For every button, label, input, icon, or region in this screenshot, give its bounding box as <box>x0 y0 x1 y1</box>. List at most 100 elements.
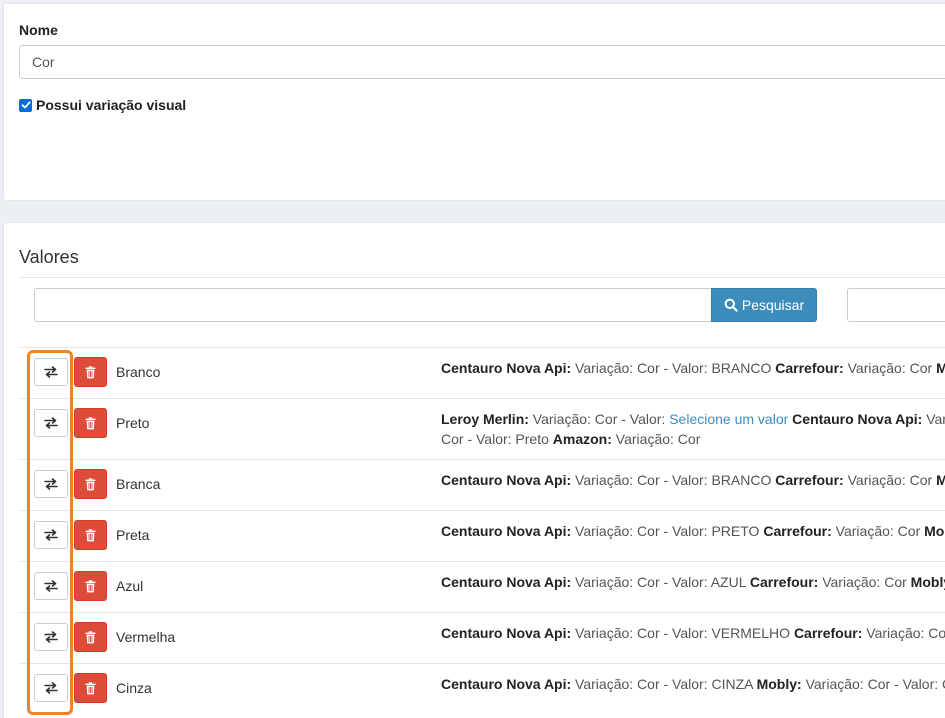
table-row: Cinza Centauro Nova Api: Variação: Cor - … <box>19 663 945 714</box>
marketplace-name: Centauro Nova Api: <box>792 411 923 427</box>
marketplace-name: Amazon: <box>552 431 612 447</box>
table-row: Branca Centauro Nova Api: Variação: Cor -… <box>19 459 945 510</box>
value-name: Preto <box>116 415 150 431</box>
check-icon <box>21 101 30 109</box>
trash-icon <box>85 681 96 694</box>
search-icon <box>724 298 738 312</box>
marketplace-mapping: Centauro Nova Api: Variação: Cor - Valor… <box>441 521 945 541</box>
exchange-arrows-icon <box>44 682 58 694</box>
mapping-text: Variação: Co <box>862 625 945 641</box>
map-values-button[interactable] <box>34 521 68 549</box>
exchange-arrows-icon <box>44 478 58 490</box>
value-name: Azul <box>116 578 144 594</box>
value-name: Cinza <box>116 680 152 696</box>
table-row: Vermelha Centauro Nova Api: Variação: Cor… <box>19 612 945 663</box>
exchange-arrows-icon <box>44 529 58 541</box>
delete-value-button[interactable] <box>74 520 107 550</box>
marketplace-name: Carrefour: <box>763 523 832 539</box>
visual-variation-checkbox-row[interactable]: Possui variação visual <box>19 97 186 113</box>
map-values-button[interactable] <box>34 358 68 386</box>
mapping-line: Centauro Nova Api: Variação: Cor - Valor… <box>441 358 945 378</box>
mapping-text: Variação: Cor <box>843 472 937 488</box>
name-input[interactable] <box>19 45 945 79</box>
mapping-text: Variação: Cor - Valor: C <box>801 676 945 692</box>
mapping-text: Variação: Cor <box>843 360 937 376</box>
mapping-text: Variação: Cor - Valor: VERMELHO <box>571 625 794 641</box>
mapping-text: Variação: Cor - Valor: BRANCO <box>571 472 776 488</box>
select-value-link[interactable]: Selecione um valor <box>669 411 788 427</box>
attribute-form-panel: Nome Possui variação visual <box>3 3 945 201</box>
marketplace-mapping: Centauro Nova Api: Variação: Cor - Valor… <box>441 572 945 592</box>
visual-variation-checkbox[interactable] <box>19 98 32 112</box>
marketplace-name: Centauro Nova Api: <box>441 625 572 641</box>
marketplace-mapping: Centauro Nova Api: Variação: Cor - Valor… <box>441 623 945 643</box>
exchange-arrows-icon <box>44 417 58 429</box>
secondary-filter-input[interactable] <box>847 288 945 322</box>
map-values-button[interactable] <box>34 572 68 600</box>
marketplace-name: Mobly: <box>756 676 802 692</box>
mapping-line: Centauro Nova Api: Variação: Cor - Valor… <box>441 521 945 541</box>
delete-value-button[interactable] <box>74 469 107 499</box>
value-name: Branco <box>116 364 161 380</box>
map-values-button[interactable] <box>34 409 68 437</box>
mapping-text: Variação: Cor <box>611 431 701 447</box>
trash-icon <box>85 416 96 429</box>
map-values-button[interactable] <box>34 623 68 651</box>
search-button[interactable]: Pesquisar <box>711 288 817 322</box>
mapping-text: Variação: Cor - Valor: <box>528 411 670 427</box>
mapping-text: Var <box>922 411 945 427</box>
marketplace-name: Mobly <box>910 574 945 590</box>
section-divider <box>19 277 945 278</box>
delete-value-button[interactable] <box>74 571 107 601</box>
marketplace-mapping: Leroy Merlin: Variação: Cor - Valor: Sel… <box>441 409 945 449</box>
table-row: Preta Centauro Nova Api: Variação: Cor - … <box>19 510 945 561</box>
marketplace-name: Centauro Nova Api: <box>441 676 572 692</box>
mapping-line: Centauro Nova Api: Variação: Cor - Valor… <box>441 572 945 592</box>
marketplace-name: Carrefour: <box>775 472 844 488</box>
marketplace-name: Carrefour: <box>749 574 819 590</box>
trash-icon <box>85 630 96 643</box>
exchange-arrows-icon <box>44 366 58 378</box>
marketplace-name: Centauro Nova Api: <box>441 472 572 488</box>
exchange-arrows-icon <box>44 631 58 643</box>
delete-value-button[interactable] <box>74 357 107 387</box>
value-name: Vermelha <box>116 629 176 645</box>
marketplace-mapping: Centauro Nova Api: Variação: Cor - Valor… <box>441 358 945 378</box>
mapping-line: Centauro Nova Api: Variação: Cor - Valor… <box>441 470 945 490</box>
mapping-line: Centauro Nova Api: Variação: Cor - Valor… <box>441 674 945 694</box>
delete-value-button[interactable] <box>74 408 107 438</box>
mapping-line: Centauro Nova Api: Variação: Cor - Valor… <box>441 623 945 643</box>
marketplace-name: Carrefour: <box>793 625 863 641</box>
trash-icon <box>85 579 96 592</box>
value-name: Branca <box>116 476 161 492</box>
mapping-line: Cor - Valor: Preto Amazon: Variação: Cor <box>441 429 945 449</box>
delete-value-button[interactable] <box>74 673 107 703</box>
mapping-text: Variação: Cor - Valor: PRETO <box>571 523 764 539</box>
value-name: Preta <box>116 527 150 543</box>
map-values-button[interactable] <box>34 470 68 498</box>
table-row: Branco Centauro Nova Api: Variação: Cor -… <box>19 347 945 398</box>
marketplace-mapping: Centauro Nova Api: Variação: Cor - Valor… <box>441 674 945 694</box>
mapping-text: Variação: Cor - Valor: CINZA <box>571 676 757 692</box>
mapping-text: Variação: Cor - Valor: AZUL <box>571 574 750 590</box>
marketplace-name: Carrefour: <box>775 360 844 376</box>
values-search-input[interactable] <box>34 288 712 322</box>
mapping-text: Variação: Cor - Valor: BRANCO <box>571 360 776 376</box>
marketplace-name: M <box>936 472 945 488</box>
mapping-text: Variação: Cor <box>818 574 911 590</box>
marketplace-name: Centauro Nova Api: <box>441 523 572 539</box>
marketplace-name: Mobl <box>924 523 945 539</box>
trash-icon <box>85 477 96 490</box>
values-panel: Valores Pesquisar Branco Centauro Nova Ap… <box>3 222 945 718</box>
marketplace-name: Centauro Nova Api: <box>441 574 572 590</box>
table-row: Azul Centauro Nova Api: Variação: Cor - V… <box>19 561 945 612</box>
marketplace-name: M <box>936 360 945 376</box>
table-row: Preto Leroy Merlin: Variação: Cor - Valor… <box>19 398 945 459</box>
map-values-button[interactable] <box>34 674 68 702</box>
delete-value-button[interactable] <box>74 622 107 652</box>
values-section-title: Valores <box>19 247 79 267</box>
trash-icon <box>85 528 96 541</box>
exchange-arrows-icon <box>44 580 58 592</box>
marketplace-mapping: Centauro Nova Api: Variação: Cor - Valor… <box>441 470 945 490</box>
mapping-line: Leroy Merlin: Variação: Cor - Valor: Sel… <box>441 409 945 429</box>
